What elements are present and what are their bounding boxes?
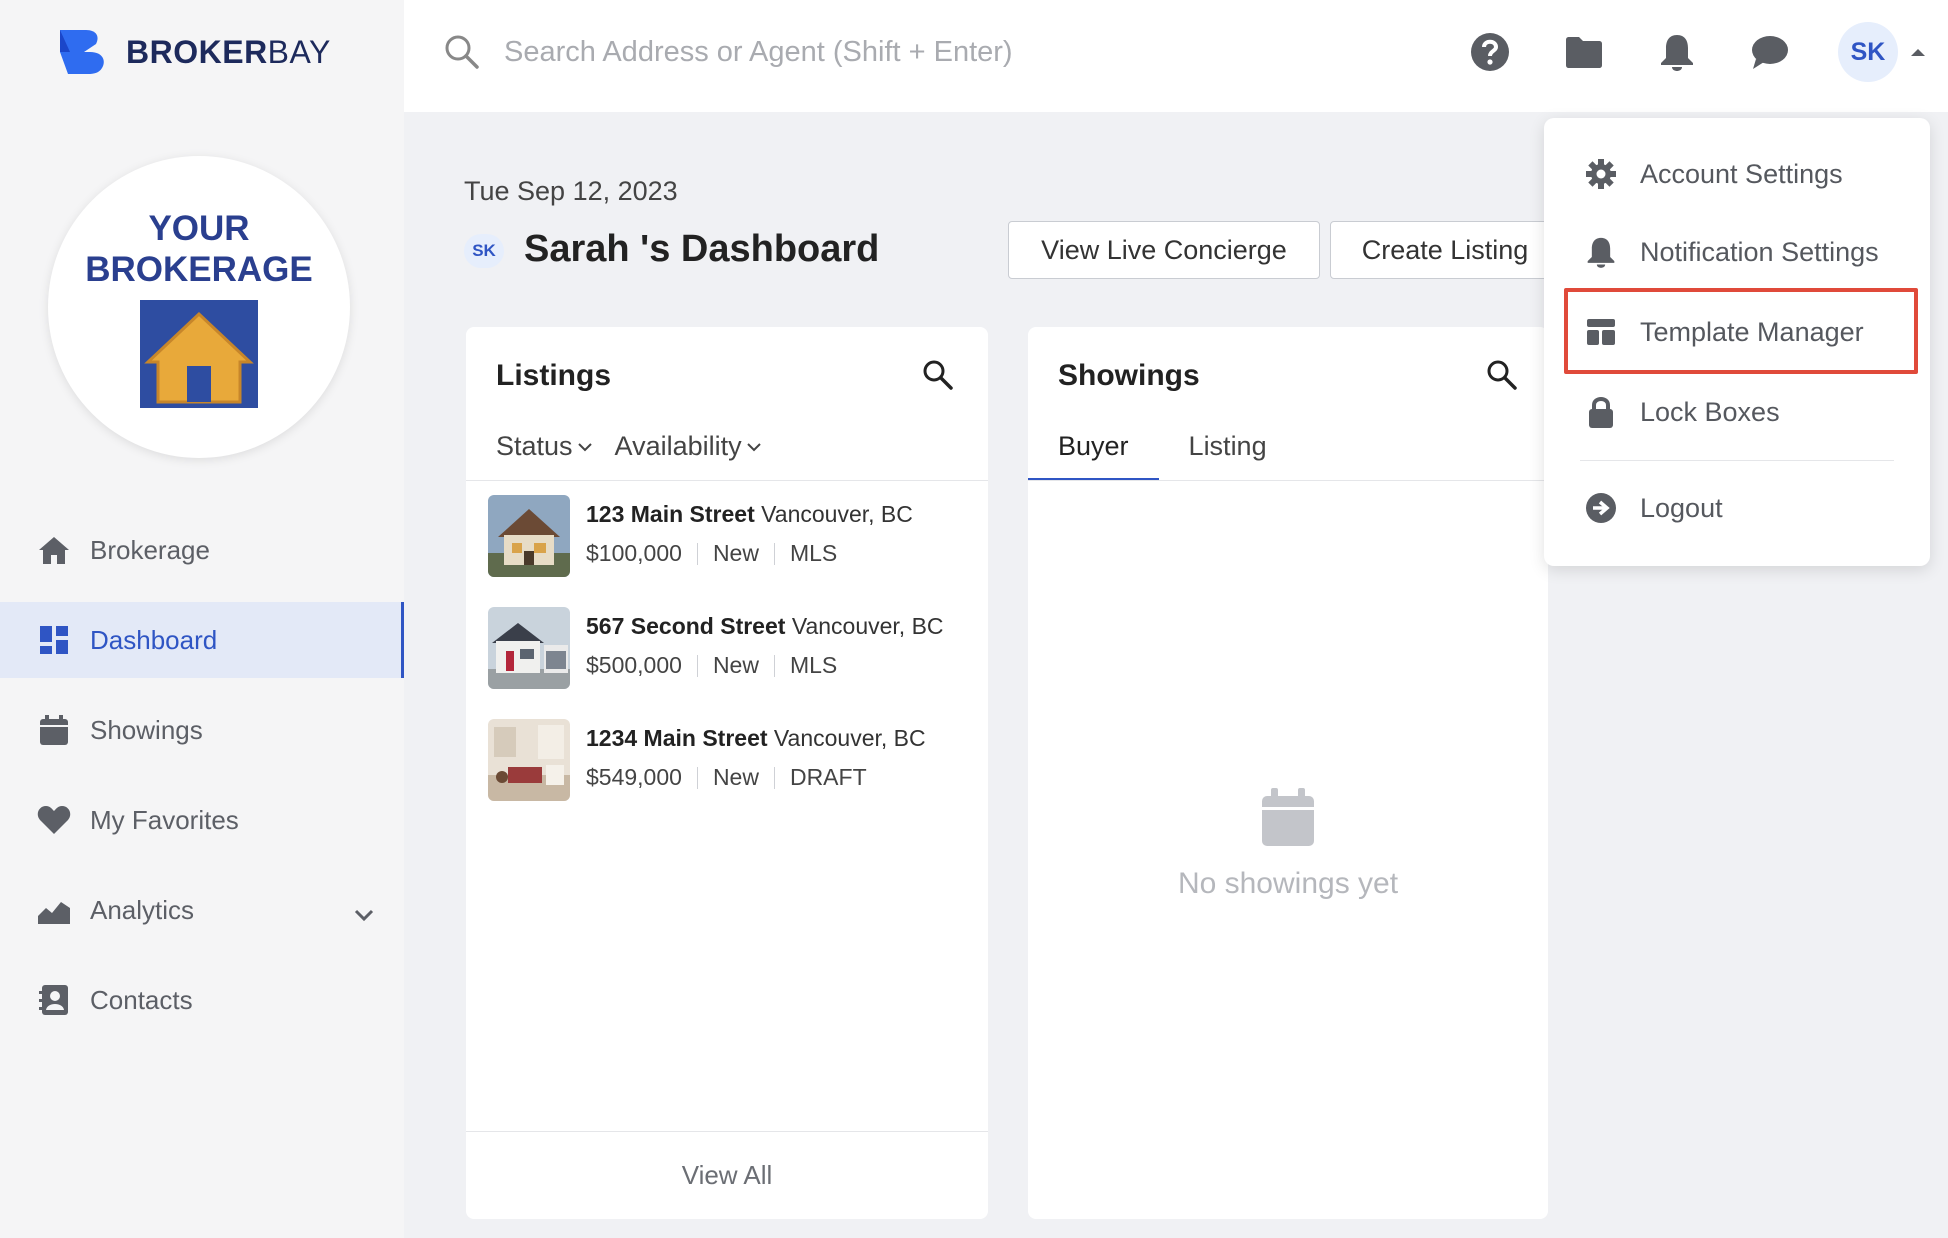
menu-item-label: Account Settings <box>1640 158 1843 189</box>
page-title: Sarah 's Dashboard <box>524 228 880 270</box>
listings-card: Listings Status Availability 123 Main St… <box>466 327 988 1219</box>
dashboard-icon <box>36 622 72 658</box>
brand-name: BROKERBAY <box>126 33 331 70</box>
sidebar-item-label: Dashboard <box>90 624 218 655</box>
bell-icon[interactable] <box>1653 28 1701 76</box>
listing-source: MLS <box>789 652 838 678</box>
listing-city: Vancouver, BC <box>791 613 944 639</box>
listing-city: Vancouver, BC <box>773 725 926 751</box>
sidebar-item-dashboard[interactable]: Dashboard <box>0 602 404 678</box>
sidebar-item-label: Contacts <box>90 984 193 1015</box>
calendar-icon <box>1262 788 1314 846</box>
user-menu-dropdown: Account Settings Notification Settings T… <box>1544 118 1930 566</box>
sidebar-item-label: Showings <box>90 714 203 745</box>
sidebar-item-analytics[interactable]: Analytics <box>0 872 404 948</box>
availability-filter[interactable]: Availability <box>615 431 762 462</box>
brokerage-logo: YOUR BROKERAGE <box>48 156 350 458</box>
menu-item-account-settings[interactable]: Account Settings <box>1584 144 1843 204</box>
brokerbay-logo-icon <box>60 30 104 74</box>
home-icon <box>36 532 72 568</box>
listings-title: Listings <box>496 359 612 392</box>
showings-card: Showings Buyer Listing No showings yet <box>1028 327 1548 1219</box>
listing-status: New <box>712 652 759 678</box>
listing-thumbnail <box>488 719 570 801</box>
create-listing-button[interactable]: Create Listing <box>1330 221 1560 279</box>
status-filter[interactable]: Status <box>496 431 593 462</box>
view-live-concierge-button[interactable]: View Live Concierge <box>1008 221 1320 279</box>
menu-item-template-manager[interactable]: Template Manager <box>1584 302 1864 362</box>
listing-price: $100,000 <box>586 540 682 566</box>
listing-status: New <box>712 540 759 566</box>
sidebar-item-my-favorites[interactable]: My Favorites <box>0 782 404 858</box>
sidebar: BROKERBAY YOUR BROKERAGE Brokerage Dashb… <box>0 0 404 1238</box>
chevron-down-icon <box>746 442 761 451</box>
chart-icon <box>36 892 72 928</box>
empty-state-text: No showings yet <box>1177 867 1399 900</box>
top-bar: SK <box>404 0 1948 112</box>
menu-item-label: Template Manager <box>1640 316 1864 347</box>
heart-icon <box>36 802 72 838</box>
listing-price: $549,000 <box>586 764 682 790</box>
menu-item-label: Notification Settings <box>1640 236 1879 267</box>
listing-thumbnail <box>488 607 570 689</box>
bell-icon <box>1584 235 1618 269</box>
menu-item-logout[interactable]: Logout <box>1584 478 1723 538</box>
brokerbay-logo[interactable]: BROKERBAY <box>56 28 331 76</box>
sidebar-item-label: Analytics <box>90 894 195 925</box>
search-input[interactable] <box>504 28 1144 76</box>
empty-state: No showings yet <box>1028 787 1548 901</box>
listing-source: DRAFT <box>789 764 867 790</box>
listing-item[interactable]: 567 Second Street Vancouver, BC $500,000… <box>488 607 988 691</box>
logout-icon <box>1584 491 1618 525</box>
tab-listing[interactable]: Listing <box>1159 431 1297 481</box>
sidebar-nav: Brokerage Dashboard Showings My Favorite… <box>0 512 404 1052</box>
folder-icon[interactable] <box>1560 28 1608 76</box>
user-avatar[interactable]: SK <box>1838 22 1898 82</box>
menu-item-label: Logout <box>1640 492 1723 523</box>
listing-street: 123 Main Street <box>586 501 755 527</box>
contacts-icon <box>36 982 72 1018</box>
tab-buyer[interactable]: Buyer <box>1028 431 1159 481</box>
user-badge: SK <box>464 234 504 268</box>
menu-item-lock-boxes[interactable]: Lock Boxes <box>1584 382 1780 442</box>
menu-item-label: Lock Boxes <box>1640 396 1780 427</box>
search-icon[interactable] <box>1486 359 1518 396</box>
search-icon <box>444 34 480 75</box>
current-date: Tue Sep 12, 2023 <box>464 176 678 206</box>
menu-divider <box>1580 460 1894 461</box>
help-icon[interactable] <box>1466 28 1514 76</box>
calendar-icon <box>36 712 72 748</box>
listing-price: $500,000 <box>586 652 682 678</box>
caret-up-icon[interactable] <box>1910 44 1926 62</box>
showings-tabs: Buyer Listing <box>1028 431 1297 481</box>
listing-status: New <box>712 764 759 790</box>
divider <box>1028 480 1548 481</box>
gear-icon <box>1584 157 1618 191</box>
sidebar-item-showings[interactable]: Showings <box>0 692 404 768</box>
listing-street: 1234 Main Street <box>586 725 768 751</box>
listing-filters: Status Availability <box>496 431 784 462</box>
search-icon[interactable] <box>922 359 954 396</box>
chat-icon[interactable] <box>1746 28 1794 76</box>
listing-city: Vancouver, BC <box>761 501 913 527</box>
listing-street: 567 Second Street <box>586 613 786 639</box>
listing-item[interactable]: 123 Main Street Vancouver, BC $100,000 Ne… <box>488 495 988 579</box>
sidebar-item-contacts[interactable]: Contacts <box>0 962 404 1038</box>
divider <box>466 480 988 481</box>
listing-source: MLS <box>789 540 838 566</box>
listing-thumbnail <box>488 495 570 577</box>
chevron-down-icon <box>577 442 592 451</box>
listing-item[interactable]: 1234 Main Street Vancouver, BC $549,000 N… <box>488 719 988 803</box>
lock-icon <box>1584 395 1618 429</box>
view-all-link[interactable]: View All <box>466 1131 988 1219</box>
brokerage-logo-text: YOUR BROKERAGE <box>85 209 313 289</box>
chevron-down-icon[interactable] <box>354 898 374 929</box>
showings-title: Showings <box>1058 359 1200 392</box>
house-icon <box>140 300 258 408</box>
sidebar-item-label: My Favorites <box>90 804 239 835</box>
menu-item-notification-settings[interactable]: Notification Settings <box>1584 222 1879 282</box>
sidebar-item-brokerage[interactable]: Brokerage <box>0 512 404 588</box>
sidebar-item-label: Brokerage <box>90 534 210 565</box>
template-icon <box>1584 315 1618 349</box>
